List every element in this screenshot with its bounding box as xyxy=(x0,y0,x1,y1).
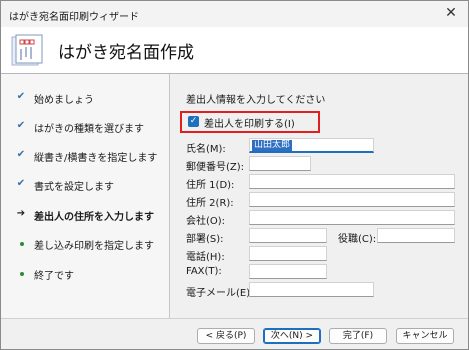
department-field[interactable] xyxy=(249,228,327,243)
address1-label: 住所 1(D): xyxy=(186,180,235,191)
close-icon[interactable]: ✕ xyxy=(443,5,459,21)
step-card-type: ✔ はがきの種類を選びます xyxy=(1,117,169,137)
bullet-icon xyxy=(20,272,24,276)
bullet-icon xyxy=(20,242,24,246)
step-label: はがきの種類を選びます xyxy=(34,124,144,135)
step-mail-merge: 差し込み印刷を指定します xyxy=(1,234,169,254)
cancel-button[interactable]: キャンセル xyxy=(396,328,454,344)
window-title: はがき宛名面印刷ウィザード xyxy=(9,12,139,23)
sender-info-panel: 差出人情報を入力してください ✓ 差出人を印刷する(I) 氏名(M): 山田太郎… xyxy=(170,74,468,318)
phone-field[interactable] xyxy=(249,246,327,261)
address2-field[interactable] xyxy=(249,192,455,207)
department-label: 部署(S): xyxy=(186,234,224,245)
step-label: 差出人の住所を入力します xyxy=(34,212,154,223)
address1-field[interactable] xyxy=(249,174,455,189)
step-sender-address: ➔ 差出人の住所を入力します xyxy=(1,205,169,225)
step-finish: 終了です xyxy=(1,264,169,284)
print-sender-highlight: ✓ 差出人を印刷する(I) xyxy=(180,111,320,133)
wizard-header: はがき宛名面作成 xyxy=(1,27,468,73)
title-bar: はがき宛名面印刷ウィザード ✕ xyxy=(1,1,468,27)
page-title: はがき宛名面作成 xyxy=(58,43,194,63)
postal-label: 郵便番号(Z): xyxy=(186,162,245,173)
wizard-steps-sidebar: ✔ 始めましょう ✔ はがきの種類を選びます ✔ 縦書き/横書きを指定します ✔… xyxy=(1,74,170,318)
footer-divider xyxy=(1,318,468,319)
postal-code-field[interactable] xyxy=(249,156,311,171)
company-field[interactable] xyxy=(249,210,455,225)
postcard-icon xyxy=(11,34,43,66)
step-label: 縦書き/横書きを指定します xyxy=(34,153,158,164)
print-sender-checkbox[interactable]: ✓ xyxy=(188,116,199,127)
job-title-field[interactable] xyxy=(377,228,455,243)
check-icon: ✔ xyxy=(16,149,26,160)
company-label: 会社(O): xyxy=(186,216,226,227)
name-field-value: 山田太郎 xyxy=(252,140,293,151)
fax-label: FAX(T): xyxy=(186,266,222,277)
step-format: ✔ 書式を設定します xyxy=(1,175,169,195)
fax-field[interactable] xyxy=(249,264,327,279)
check-icon: ✔ xyxy=(16,91,26,102)
step-start: ✔ 始めましょう xyxy=(1,88,169,108)
step-label: 差し込み印刷を指定します xyxy=(34,241,154,252)
step-orientation: ✔ 縦書き/横書きを指定します xyxy=(1,146,169,166)
next-button[interactable]: 次へ(N) > xyxy=(263,328,321,344)
step-label: 始めましょう xyxy=(34,95,94,106)
arrow-right-icon: ➔ xyxy=(16,208,26,219)
name-field[interactable]: 山田太郎 xyxy=(249,138,374,153)
email-field[interactable] xyxy=(249,282,374,297)
section-heading: 差出人情報を入力してください xyxy=(186,95,326,106)
name-label: 氏名(M): xyxy=(186,144,226,155)
print-sender-label[interactable]: 差出人を印刷する(I) xyxy=(204,115,295,130)
phone-label: 電話(H): xyxy=(186,252,225,263)
check-icon: ✔ xyxy=(16,178,26,189)
check-icon: ✔ xyxy=(16,120,26,131)
back-button[interactable]: < 戻る(P) xyxy=(197,328,255,344)
email-label: 電子メール(E) xyxy=(186,288,251,299)
wizard-window: はがき宛名面印刷ウィザード ✕ はがき宛名面作成 ✔ 始めましょう ✔ はがきの… xyxy=(0,0,469,350)
address2-label: 住所 2(R): xyxy=(186,198,234,209)
step-label: 終了です xyxy=(34,271,74,282)
finish-button[interactable]: 完了(F) xyxy=(329,328,387,344)
title-label: 役職(C): xyxy=(338,234,377,245)
step-label: 書式を設定します xyxy=(34,182,114,193)
